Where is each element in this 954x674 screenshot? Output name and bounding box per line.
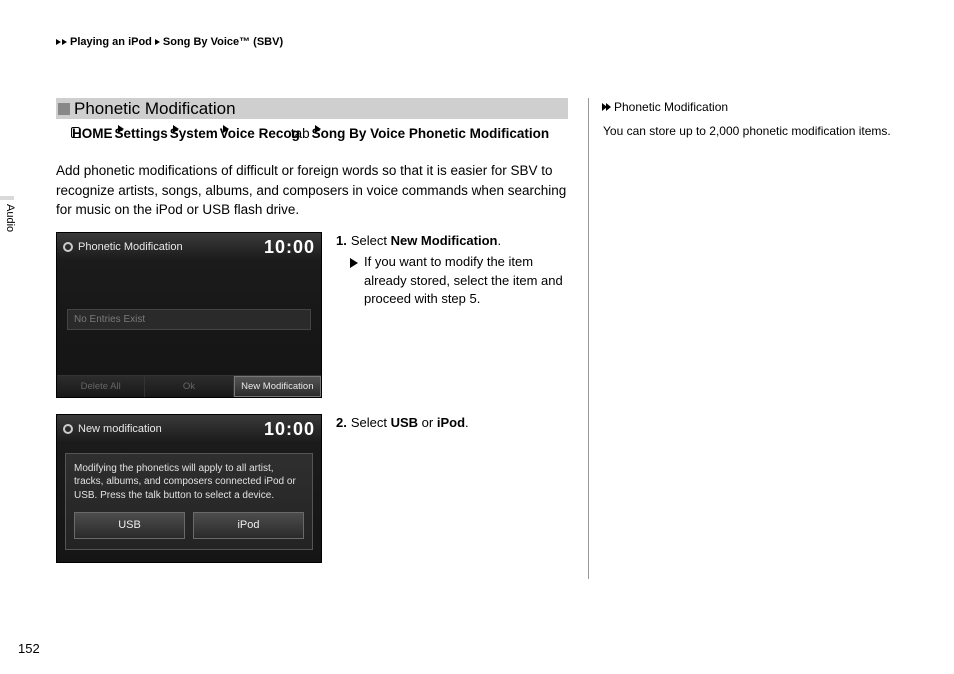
side-category: Audio xyxy=(2,200,18,236)
ipod-button[interactable]: iPod xyxy=(193,512,304,539)
empty-state: No Entries Exist xyxy=(67,309,311,330)
home-icon xyxy=(70,125,79,137)
new-modification-button[interactable]: New Modification xyxy=(234,375,321,397)
delete-all-button[interactable]: Delete All xyxy=(57,375,145,397)
chevron-right-icon xyxy=(155,39,160,45)
screenshot-phonetic-list: Phonetic Modification 10:00 No Entries E… xyxy=(56,232,322,398)
screen-title: Phonetic Modification xyxy=(78,241,183,253)
step-1-note: If you want to modify the item already s… xyxy=(336,253,568,310)
step-2: 2. Select USB or iPod. xyxy=(336,414,568,433)
navigation-path: HOME Settings System Voice Recog tab Son… xyxy=(56,125,568,143)
screen-title: New modification xyxy=(78,423,162,435)
clock: 10:00 xyxy=(264,237,315,258)
gear-icon xyxy=(63,424,73,434)
ok-button[interactable]: Ok xyxy=(145,375,233,397)
intro-paragraph: Add phonetic modifications of difficult … xyxy=(56,161,568,220)
section-heading: Phonetic Modification xyxy=(56,98,568,119)
triangle-right-icon xyxy=(350,258,358,268)
breadcrumb-parent: Playing an iPod xyxy=(70,36,152,48)
square-bullet-icon xyxy=(58,103,70,115)
double-chevron-right-icon xyxy=(603,103,611,111)
breadcrumb: Playing an iPod Song By Voice™ (SBV) xyxy=(56,36,902,48)
gear-icon xyxy=(63,242,73,252)
page-number: 152 xyxy=(18,641,40,656)
usb-button[interactable]: USB xyxy=(74,512,185,539)
step-1: 1. Select New Modification. xyxy=(336,232,568,251)
sidebar-title: Phonetic Modification xyxy=(603,98,902,116)
clock: 10:00 xyxy=(264,419,315,440)
sidebar-body: You can store up to 2,000 phonetic modif… xyxy=(603,122,902,140)
popup-message: Modifying the phonetics will apply to al… xyxy=(74,462,304,503)
screenshot-new-modification: New modification 10:00 Modifying the pho… xyxy=(56,414,322,563)
breadcrumb-child: Song By Voice™ (SBV) xyxy=(163,36,283,48)
